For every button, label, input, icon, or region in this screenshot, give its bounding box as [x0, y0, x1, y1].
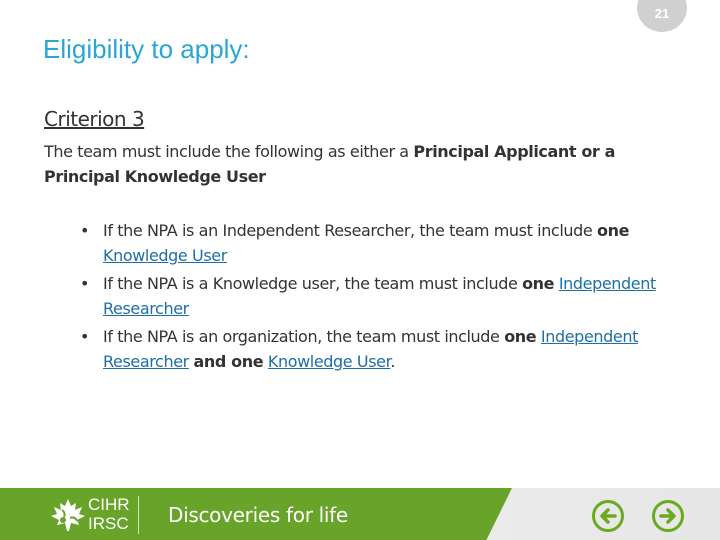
bullet-icon: •	[80, 221, 90, 240]
bullet-text: If the NPA is an organization, the team …	[103, 327, 505, 346]
bullet-bold: one	[522, 274, 555, 293]
bullet-text: If the NPA is an Independent Researcher,…	[103, 221, 598, 240]
bullet-suffix: .	[390, 352, 395, 371]
slide-title: Eligibility to apply:	[43, 34, 250, 64]
tagline: Discoveries for life	[168, 503, 348, 527]
intro-text: The team must include the following as e…	[44, 142, 414, 161]
previous-slide-button[interactable]	[591, 499, 625, 533]
arrow-right-circle-icon	[652, 500, 684, 532]
next-slide-button[interactable]	[651, 499, 685, 533]
list-item: • If the NPA is an organization, the tea…	[80, 324, 680, 374]
bullet-bold: one	[504, 327, 537, 346]
cihr-logo: CIHR IRSC	[50, 494, 168, 536]
maple-leaf-icon	[51, 499, 85, 531]
arrow-left-circle-icon	[592, 500, 624, 532]
knowledge-user-link[interactable]: Knowledge User	[103, 246, 227, 265]
criterion-heading: Criterion 3	[44, 107, 145, 131]
knowledge-user-link[interactable]: Knowledge User	[268, 352, 391, 371]
bullet-bold: and one	[193, 352, 264, 371]
page-number: 21	[654, 6, 670, 21]
criteria-list: • If the NPA is an Independent Researche…	[80, 218, 680, 377]
bullet-bold: one	[597, 221, 630, 240]
list-item: • If the NPA is an Independent Researche…	[80, 218, 680, 268]
logo-text: CIHR IRSC	[88, 495, 130, 533]
logo-line-cihr: CIHR	[88, 495, 130, 514]
logo-line-irsc: IRSC	[88, 514, 129, 533]
list-item: • If the NPA is a Knowledge user, the te…	[80, 271, 680, 321]
bullet-text: If the NPA is a Knowledge user, the team…	[103, 274, 523, 293]
logo-divider	[138, 496, 139, 534]
bullet-icon: •	[80, 274, 90, 293]
intro-paragraph: The team must include the following as e…	[44, 139, 664, 189]
bullet-icon: •	[80, 327, 90, 346]
